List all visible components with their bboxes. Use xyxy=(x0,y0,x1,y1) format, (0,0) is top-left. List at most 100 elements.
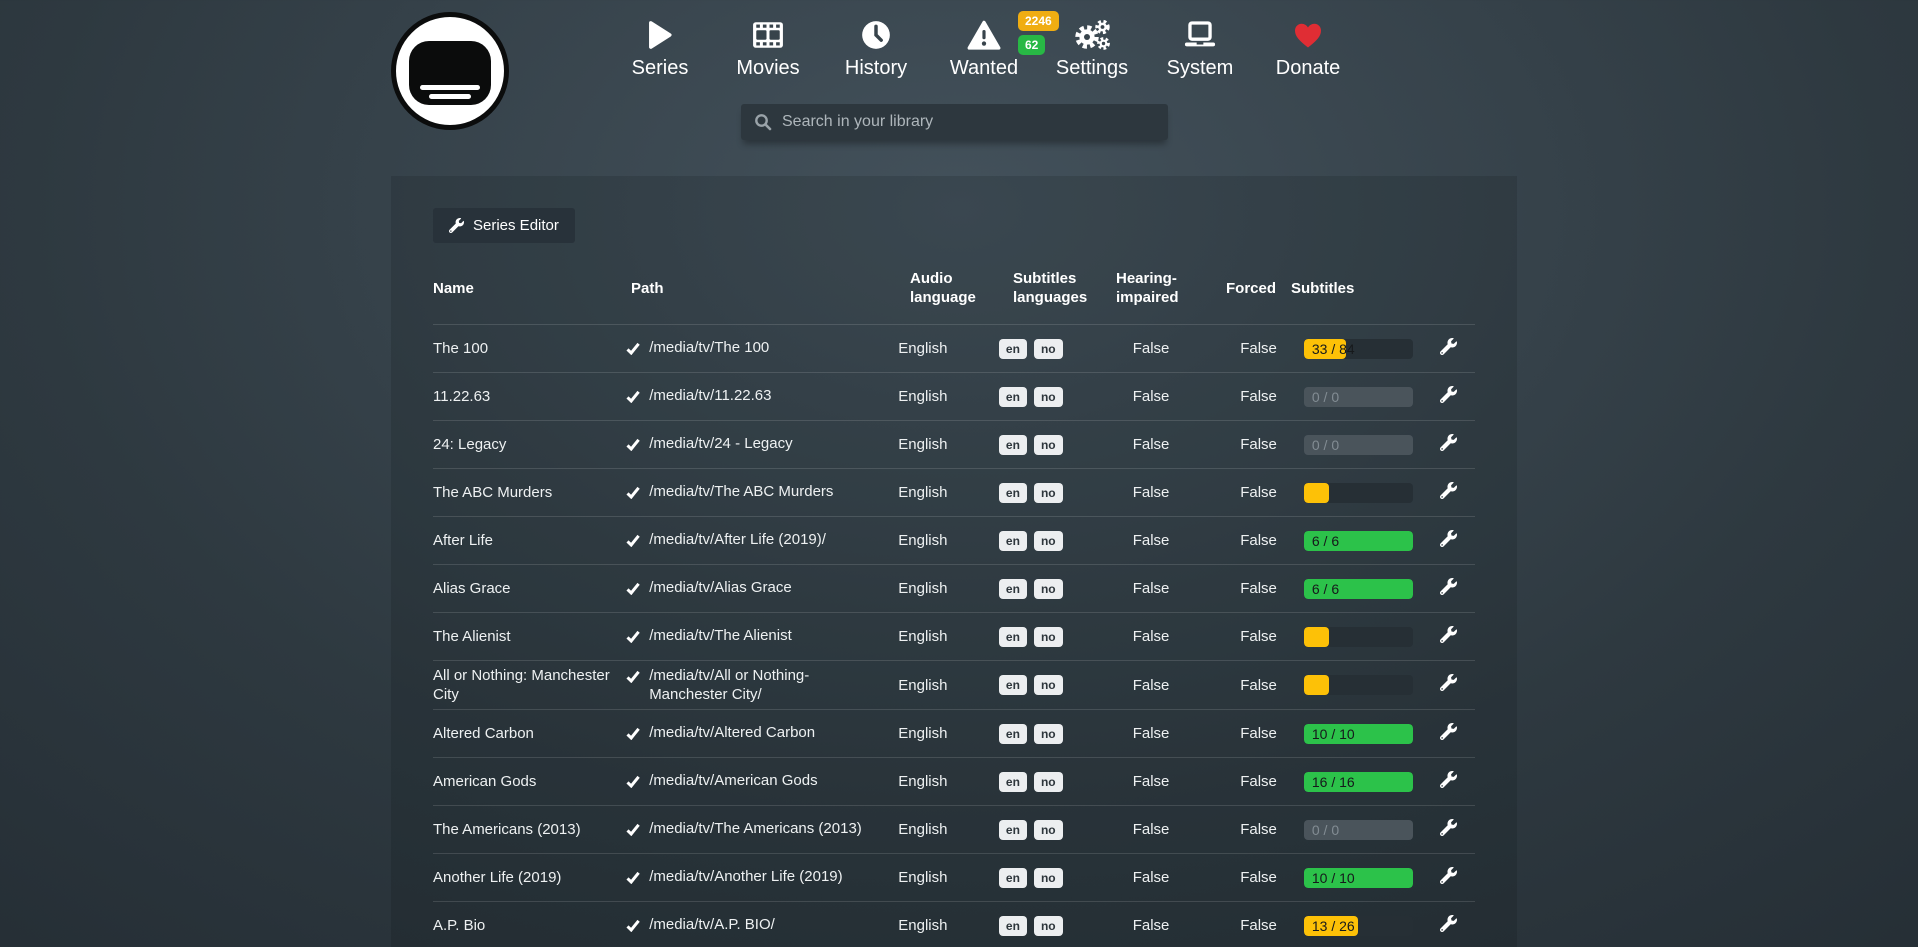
wrench-icon[interactable] xyxy=(1440,530,1457,547)
series-path: /media/tv/24 - Legacy xyxy=(626,434,898,456)
series-path: /media/tv/After Life (2019)/ xyxy=(626,530,898,552)
nav-label: Wanted xyxy=(950,57,1018,80)
logo-screen-shape xyxy=(409,41,491,105)
language-badge: en xyxy=(999,916,1027,936)
subtitles-languages-badges: enno xyxy=(999,627,1133,647)
wrench-icon[interactable] xyxy=(1440,434,1457,451)
nav-item-wanted[interactable]: Wanted 2246 62 xyxy=(930,8,1038,80)
series-name-link[interactable]: The 100 xyxy=(433,339,626,358)
hearing-impaired-value: False xyxy=(1133,531,1240,550)
wrench-icon[interactable] xyxy=(1440,915,1457,932)
language-badge: en xyxy=(999,772,1027,792)
subtitles-progress-label: 0 / 0 xyxy=(1312,820,1339,840)
series-name-link[interactable]: A.P. Bio xyxy=(433,916,626,935)
forced-value: False xyxy=(1240,676,1304,695)
check-icon xyxy=(626,822,640,841)
check-icon xyxy=(626,629,640,648)
series-name-link[interactable]: The Alienist xyxy=(433,627,626,646)
nav-label: Settings xyxy=(1056,57,1128,80)
subtitles-languages-badges: enno xyxy=(999,483,1133,503)
wrench-icon[interactable] xyxy=(1440,674,1457,691)
gears-icon xyxy=(1073,14,1111,56)
series-name-link[interactable]: American Gods xyxy=(433,772,626,791)
subtitles-progress-label: 10 / 10 xyxy=(1312,724,1355,744)
subtitles-progress-label: 10 / 10 xyxy=(1312,868,1355,888)
forced-value: False xyxy=(1240,868,1304,887)
nav-item-system[interactable]: System xyxy=(1146,8,1254,80)
nav-item-movies[interactable]: Movies xyxy=(714,8,822,80)
series-name-link[interactable]: Altered Carbon xyxy=(433,724,626,743)
nav-item-settings[interactable]: Settings xyxy=(1038,8,1146,80)
table-row: All or Nothing: Manchester City /media/t… xyxy=(433,660,1475,709)
subtitles-languages-badges: enno xyxy=(999,435,1133,455)
search-input[interactable] xyxy=(782,104,1168,140)
series-name-link[interactable]: 24: Legacy xyxy=(433,435,626,454)
series-editor-button[interactable]: Series Editor xyxy=(433,208,575,243)
series-name-link[interactable]: The ABC Murders xyxy=(433,483,626,502)
series-path: /media/tv/All or Nothing- Manchester Cit… xyxy=(626,666,898,704)
wrench-icon[interactable] xyxy=(1440,482,1457,499)
series-name-link[interactable]: Alias Grace xyxy=(433,579,626,598)
wrench-icon[interactable] xyxy=(1440,578,1457,595)
wrench-icon[interactable] xyxy=(1440,819,1457,836)
table-row: 24: Legacy /media/tv/24 - Legacy English… xyxy=(433,420,1475,468)
series-name-link[interactable]: 11.22.63 xyxy=(433,387,626,406)
nav-label: Donate xyxy=(1276,57,1341,80)
header-subtitles-languages: Subtitles languages xyxy=(1013,269,1116,307)
table-row: The ABC Murders /media/tv/The ABC Murder… xyxy=(433,468,1475,516)
nav-item-donate[interactable]: Donate xyxy=(1254,8,1362,80)
header-path: Path xyxy=(631,279,910,298)
main-nav: Series Movies History xyxy=(606,8,1362,80)
audio-language-value: English xyxy=(898,676,999,695)
check-icon xyxy=(626,774,640,793)
forced-value: False xyxy=(1240,531,1304,550)
subtitles-languages-badges: enno xyxy=(999,579,1133,599)
language-badge: en xyxy=(999,531,1027,551)
series-path: /media/tv/The 100 xyxy=(626,338,898,360)
forced-value: False xyxy=(1240,627,1304,646)
wrench-icon[interactable] xyxy=(1440,338,1457,355)
search-icon xyxy=(754,113,772,131)
subtitles-progress-bar: 13 / 26 xyxy=(1304,916,1413,936)
series-name-link[interactable]: After Life xyxy=(433,531,626,550)
header-subtitles: Subtitles xyxy=(1291,279,1426,298)
check-icon xyxy=(626,485,640,504)
nav-item-history[interactable]: History xyxy=(822,8,930,80)
hearing-impaired-value: False xyxy=(1133,627,1240,646)
wrench-icon[interactable] xyxy=(1440,386,1457,403)
series-name-link[interactable]: Another Life (2019) xyxy=(433,868,626,887)
nav-label: History xyxy=(845,57,907,80)
subtitles-progress-bar xyxy=(1304,675,1413,695)
check-icon xyxy=(626,389,640,408)
language-badge: no xyxy=(1034,675,1063,695)
forced-value: False xyxy=(1240,387,1304,406)
forced-value: False xyxy=(1240,772,1304,791)
series-name-link[interactable]: All or Nothing: Manchester City xyxy=(433,666,626,704)
wrench-icon xyxy=(449,218,464,233)
subtitles-languages-badges: enno xyxy=(999,724,1133,744)
header-hearing-impaired: Hearing-impaired xyxy=(1116,269,1226,307)
subtitles-languages-badges: enno xyxy=(999,531,1133,551)
header-forced: Forced xyxy=(1226,279,1291,298)
app-logo[interactable] xyxy=(391,12,509,130)
wrench-icon[interactable] xyxy=(1440,723,1457,740)
wrench-icon[interactable] xyxy=(1440,626,1457,643)
series-path: /media/tv/A.P. BIO/ xyxy=(626,915,898,937)
audio-language-value: English xyxy=(898,483,999,502)
wrench-icon[interactable] xyxy=(1440,867,1457,884)
language-badge: no xyxy=(1034,579,1063,599)
subtitles-progress-label: 16 / 16 xyxy=(1312,772,1355,792)
audio-language-value: English xyxy=(898,339,999,358)
wrench-icon[interactable] xyxy=(1440,771,1457,788)
subtitles-progress-bar: 0 / 0 xyxy=(1304,435,1413,455)
main-panel: Series Editor Name Path Audio language S… xyxy=(391,176,1517,947)
nav-item-series[interactable]: Series xyxy=(606,8,714,80)
subtitles-progress-bar: 33 / 84 xyxy=(1304,339,1413,359)
heart-icon xyxy=(1292,14,1324,56)
series-path: /media/tv/Altered Carbon xyxy=(626,723,898,745)
library-search xyxy=(741,104,1168,140)
series-name-link[interactable]: The Americans (2013) xyxy=(433,820,626,839)
subtitles-progress-bar xyxy=(1304,627,1413,647)
hearing-impaired-value: False xyxy=(1133,724,1240,743)
language-badge: en xyxy=(999,868,1027,888)
